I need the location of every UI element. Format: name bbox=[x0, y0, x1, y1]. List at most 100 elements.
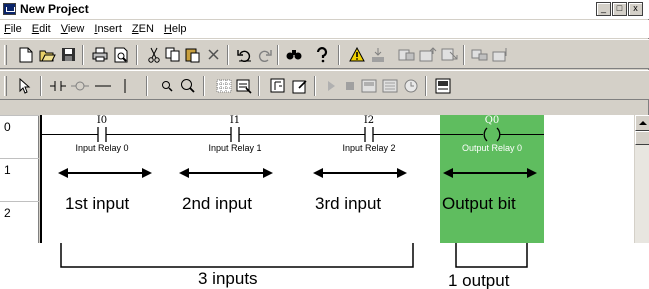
rung-number[interactable]: 2 bbox=[0, 201, 39, 243]
monitor-mode-icon[interactable] bbox=[380, 76, 400, 95]
connect-icon[interactable] bbox=[268, 76, 288, 95]
grid-icon[interactable] bbox=[214, 76, 234, 95]
toolbar-separator bbox=[463, 45, 465, 65]
toolbar-separator bbox=[136, 45, 138, 65]
main-toolbar bbox=[0, 39, 649, 69]
zoom-in-icon[interactable] bbox=[157, 76, 177, 95]
coil-symbol-q0[interactable] bbox=[481, 127, 503, 142]
edit-icon[interactable] bbox=[290, 76, 310, 95]
toolbar-grip[interactable] bbox=[4, 76, 7, 96]
save-icon[interactable] bbox=[58, 45, 78, 64]
toolbar-separator bbox=[277, 45, 279, 65]
rung-number[interactable]: 1 bbox=[0, 158, 39, 200]
toolbar-separator bbox=[258, 76, 260, 96]
find-icon[interactable] bbox=[284, 45, 304, 64]
print-preview-icon[interactable] bbox=[111, 45, 131, 64]
rung-wire bbox=[373, 134, 483, 135]
menu-view[interactable]: View bbox=[57, 21, 91, 37]
contact-comment: Input Relay 1 bbox=[208, 143, 262, 153]
delete-icon[interactable] bbox=[203, 45, 223, 64]
toolbar-separator bbox=[227, 45, 229, 65]
contact-comment: Input Relay 2 bbox=[342, 143, 396, 153]
menu-bar: File Edit View Insert ZEN Help bbox=[0, 20, 649, 38]
menu-file[interactable]: File bbox=[0, 21, 28, 37]
close-button[interactable]: x bbox=[628, 2, 643, 16]
rung-wire bbox=[500, 134, 544, 135]
timer-icon[interactable] bbox=[401, 76, 421, 95]
zoom-out-icon[interactable] bbox=[178, 76, 198, 95]
ladder-canvas[interactable]: I0 I1 I2 Q0 Input Relay 0 Input Relay 1 … bbox=[40, 115, 634, 243]
double-arrow bbox=[313, 168, 407, 178]
contact-address: I0 bbox=[96, 115, 108, 126]
scroll-up-arrow-icon[interactable] bbox=[635, 115, 649, 131]
upload-icon[interactable] bbox=[418, 45, 438, 64]
rung-wire bbox=[42, 134, 98, 135]
toolbar-grip[interactable] bbox=[4, 45, 7, 65]
scroll-thumb[interactable] bbox=[635, 131, 649, 145]
rung-number-column: 0 1 2 bbox=[0, 115, 39, 243]
menu-zen[interactable]: ZEN bbox=[128, 21, 160, 37]
open-folder-icon[interactable] bbox=[37, 45, 57, 64]
rung-wire bbox=[106, 134, 231, 135]
inputs-annotation: 3 inputs bbox=[198, 269, 258, 288]
toolbar-separator bbox=[82, 45, 84, 65]
horizontal-line-icon[interactable] bbox=[93, 76, 113, 95]
help-icon[interactable] bbox=[312, 45, 332, 64]
rung-number[interactable]: 0 bbox=[0, 115, 39, 157]
vertical-scrollbar[interactable] bbox=[634, 115, 649, 243]
output-address: Q0 bbox=[484, 115, 500, 126]
print-icon[interactable] bbox=[90, 45, 110, 64]
download-icon[interactable] bbox=[440, 45, 460, 64]
insert-function-icon[interactable] bbox=[70, 76, 90, 95]
cut-icon[interactable] bbox=[144, 45, 164, 64]
comments-icon[interactable] bbox=[234, 76, 254, 95]
compare-icon[interactable] bbox=[397, 45, 417, 64]
transfer-icon[interactable] bbox=[368, 45, 388, 64]
menu-insert[interactable]: Insert bbox=[90, 21, 128, 37]
copy-icon[interactable] bbox=[163, 45, 183, 64]
maximize-button[interactable]: □ bbox=[612, 2, 627, 16]
menu-help[interactable]: Help bbox=[160, 21, 193, 37]
output-annotation: 1 output bbox=[448, 271, 510, 289]
window-controls: _ □ x bbox=[595, 2, 643, 16]
contact-symbol-i2[interactable] bbox=[363, 127, 375, 142]
output-comment: Output Relay 0 bbox=[461, 143, 523, 153]
toolbar-separator bbox=[338, 45, 340, 65]
double-arrow bbox=[58, 168, 152, 178]
toolbar-separator bbox=[203, 76, 205, 96]
new-file-icon[interactable] bbox=[16, 45, 36, 64]
rung-wire bbox=[239, 134, 365, 135]
ladder-toolbar bbox=[0, 70, 649, 100]
insert-contact-icon[interactable] bbox=[48, 76, 68, 95]
program-mode-icon[interactable] bbox=[359, 76, 379, 95]
title-bar[interactable]: New Project _ □ x bbox=[0, 0, 649, 19]
undo-icon[interactable] bbox=[234, 45, 254, 64]
input-description: 2nd input bbox=[182, 194, 252, 213]
minimize-button[interactable]: _ bbox=[596, 2, 611, 16]
settings-icon[interactable] bbox=[491, 45, 511, 64]
toolbar-separator bbox=[146, 76, 148, 96]
output-description: Output bit bbox=[442, 194, 516, 213]
run-icon[interactable] bbox=[321, 76, 341, 95]
contact-symbol-i1[interactable] bbox=[229, 127, 241, 142]
vertical-line-icon[interactable] bbox=[115, 76, 135, 95]
monitor-icon[interactable] bbox=[470, 45, 490, 64]
select-icon[interactable] bbox=[14, 76, 34, 95]
toolbar-separator bbox=[40, 76, 42, 96]
app-icon[interactable] bbox=[3, 3, 16, 15]
io-list-icon[interactable] bbox=[433, 76, 453, 95]
window-title: New Project bbox=[20, 2, 89, 16]
bracket-lines bbox=[60, 243, 528, 268]
input-description: 3rd input bbox=[315, 194, 382, 213]
contact-symbol-i0[interactable] bbox=[96, 127, 108, 142]
paste-icon[interactable] bbox=[183, 45, 203, 64]
toolbar-separator bbox=[425, 76, 427, 96]
stop-icon[interactable] bbox=[340, 76, 360, 95]
redo-icon[interactable] bbox=[254, 45, 274, 64]
warning-icon[interactable] bbox=[347, 45, 367, 64]
input-description: 1st input bbox=[65, 194, 130, 213]
menu-edit[interactable]: Edit bbox=[28, 21, 57, 37]
contact-address: I2 bbox=[363, 115, 375, 126]
application-window: New Project _ □ x File Edit View Insert … bbox=[0, 0, 649, 243]
contact-address: I1 bbox=[229, 115, 241, 126]
